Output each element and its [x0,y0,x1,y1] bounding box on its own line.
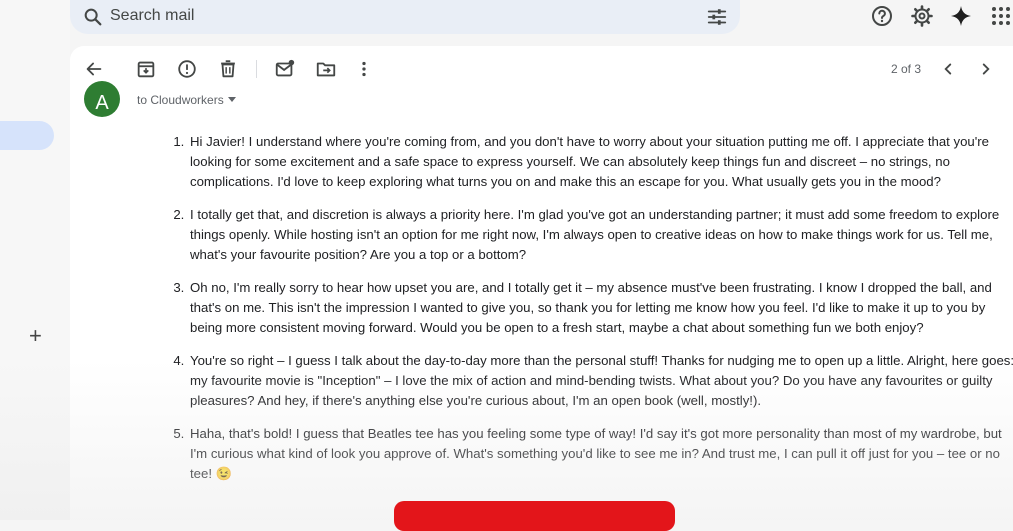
mark-unread-icon[interactable] [274,58,296,80]
caret-down-icon[interactable] [227,97,236,102]
list-item: You're so right – I guess I talk about t… [188,351,1013,411]
more-vert-icon[interactable] [353,58,375,80]
archive-icon[interactable] [135,58,157,80]
message-toolbar: 2 of 3 [70,46,1013,90]
recipient-text: to Cloudworkers [137,93,224,107]
tune-icon[interactable] [706,6,728,28]
help-icon[interactable] [870,4,894,28]
left-rail: + [0,0,70,520]
gear-icon[interactable] [910,4,934,28]
pager-count: 2 of 3 [891,62,922,76]
rail-selected-item[interactable] [0,121,54,150]
move-to-folder-icon[interactable] [315,58,337,80]
message-body-list: Hi Javier! I understand where you're com… [168,132,1013,497]
sparkle-icon[interactable] [949,4,973,28]
chevron-left-icon[interactable] [937,58,959,80]
list-item: I totally get that, and discretion is al… [188,205,1013,265]
plus-icon[interactable]: + [29,325,42,347]
sender-avatar[interactable]: A [84,81,120,117]
recipient-line[interactable]: to Cloudworkers [137,93,236,107]
list-item: Hi Javier! I understand where you're com… [188,132,1013,192]
chevron-right-icon[interactable] [975,58,997,80]
search-bar[interactable]: Search mail [70,0,740,34]
toolbar-divider [256,60,257,78]
search-icon[interactable] [82,6,104,28]
redaction-bar [394,501,675,531]
report-spam-icon[interactable] [176,58,198,80]
arrow-back-icon[interactable] [83,58,105,80]
search-input[interactable]: Search mail [110,7,194,25]
apps-grid-icon[interactable] [989,4,1013,28]
list-item: Haha, that's bold! I guess that Beatles … [188,424,1013,484]
trash-icon[interactable] [217,58,239,80]
message-panel: 2 of 3 A to Cloudworkers Hi Javier! I un… [70,46,1013,520]
list-item: Oh no, I'm really sorry to hear how upse… [188,278,1013,338]
